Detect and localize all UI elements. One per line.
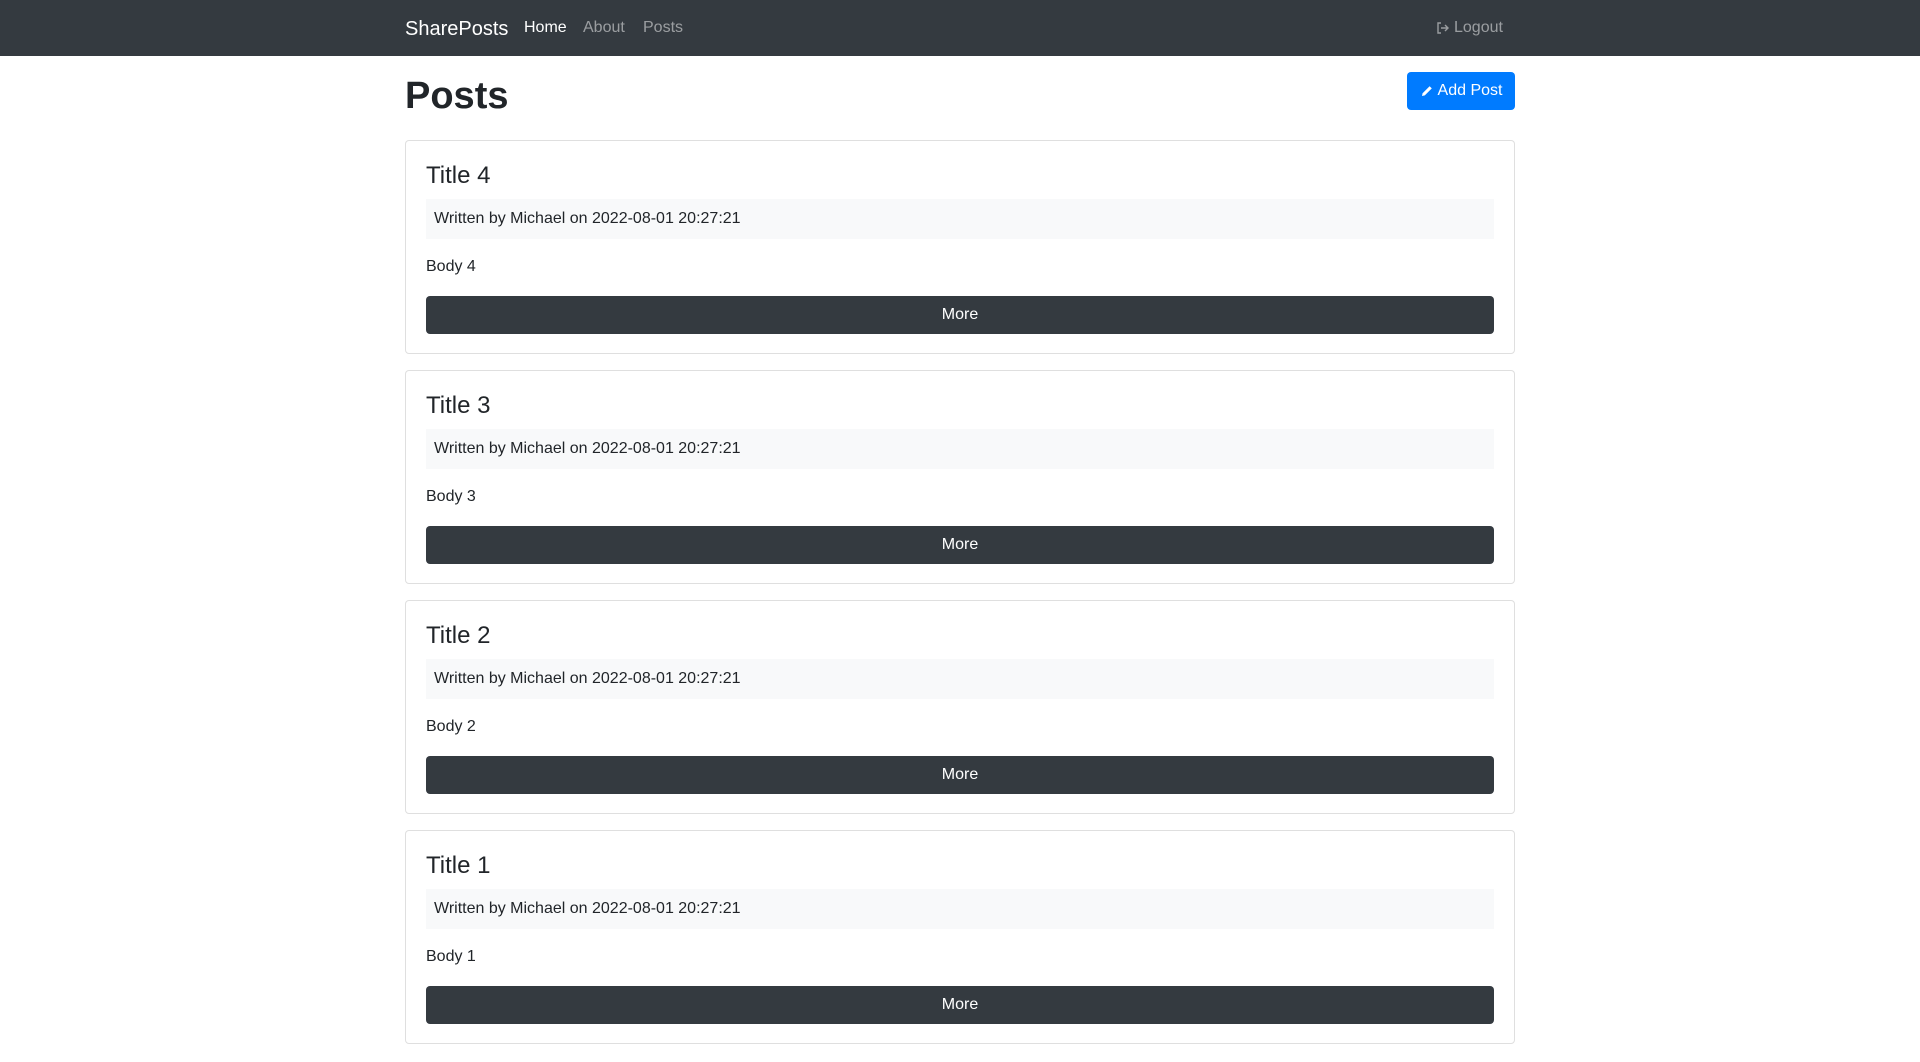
post-title: Title 4 — [426, 162, 491, 189]
more-button[interactable]: More — [426, 756, 1494, 794]
post-meta: Written by Michael on 2022-08-01 20:27:2… — [426, 659, 1494, 699]
more-button[interactable]: More — [426, 296, 1494, 334]
post-meta: Written by Michael on 2022-08-01 20:27:2… — [426, 889, 1494, 929]
more-button[interactable]: More — [426, 986, 1494, 1024]
post-body: Body 1 — [426, 948, 476, 965]
page-title: Posts — [405, 75, 509, 117]
nav-link-home[interactable]: Home — [524, 18, 567, 38]
brand-link[interactable]: SharePosts — [405, 17, 508, 41]
post-meta: Written by Michael on 2022-08-01 20:27:2… — [426, 199, 1494, 239]
post-card: Title 4 Written by Michael on 2022-08-01… — [405, 140, 1515, 354]
post-body: Body 2 — [426, 718, 476, 735]
post-title: Title 1 — [426, 852, 491, 879]
navbar: SharePosts Home About Posts Logout — [0, 0, 1920, 56]
post-meta: Written by Michael on 2022-08-01 20:27:2… — [426, 429, 1494, 469]
pencil-icon — [1420, 84, 1434, 98]
post-card: Title 3 Written by Michael on 2022-08-01… — [405, 370, 1515, 584]
add-post-button[interactable]: Add Post — [1407, 72, 1515, 110]
post-title: Title 2 — [426, 622, 491, 649]
nav-link-posts[interactable]: Posts — [643, 18, 683, 38]
post-title: Title 3 — [426, 392, 491, 419]
logout-label: Logout — [1454, 19, 1503, 36]
more-button[interactable]: More — [426, 526, 1494, 564]
post-card: Title 1 Written by Michael on 2022-08-01… — [405, 830, 1515, 1044]
add-post-label: Add Post — [1437, 82, 1503, 99]
nav-link-about[interactable]: About — [583, 18, 625, 38]
post-body: Body 4 — [426, 258, 476, 275]
post-body: Body 3 — [426, 488, 476, 505]
logout-link[interactable]: Logout — [1436, 18, 1503, 38]
post-card: Title 2 Written by Michael on 2022-08-01… — [405, 600, 1515, 814]
sign-out-icon — [1436, 21, 1450, 35]
